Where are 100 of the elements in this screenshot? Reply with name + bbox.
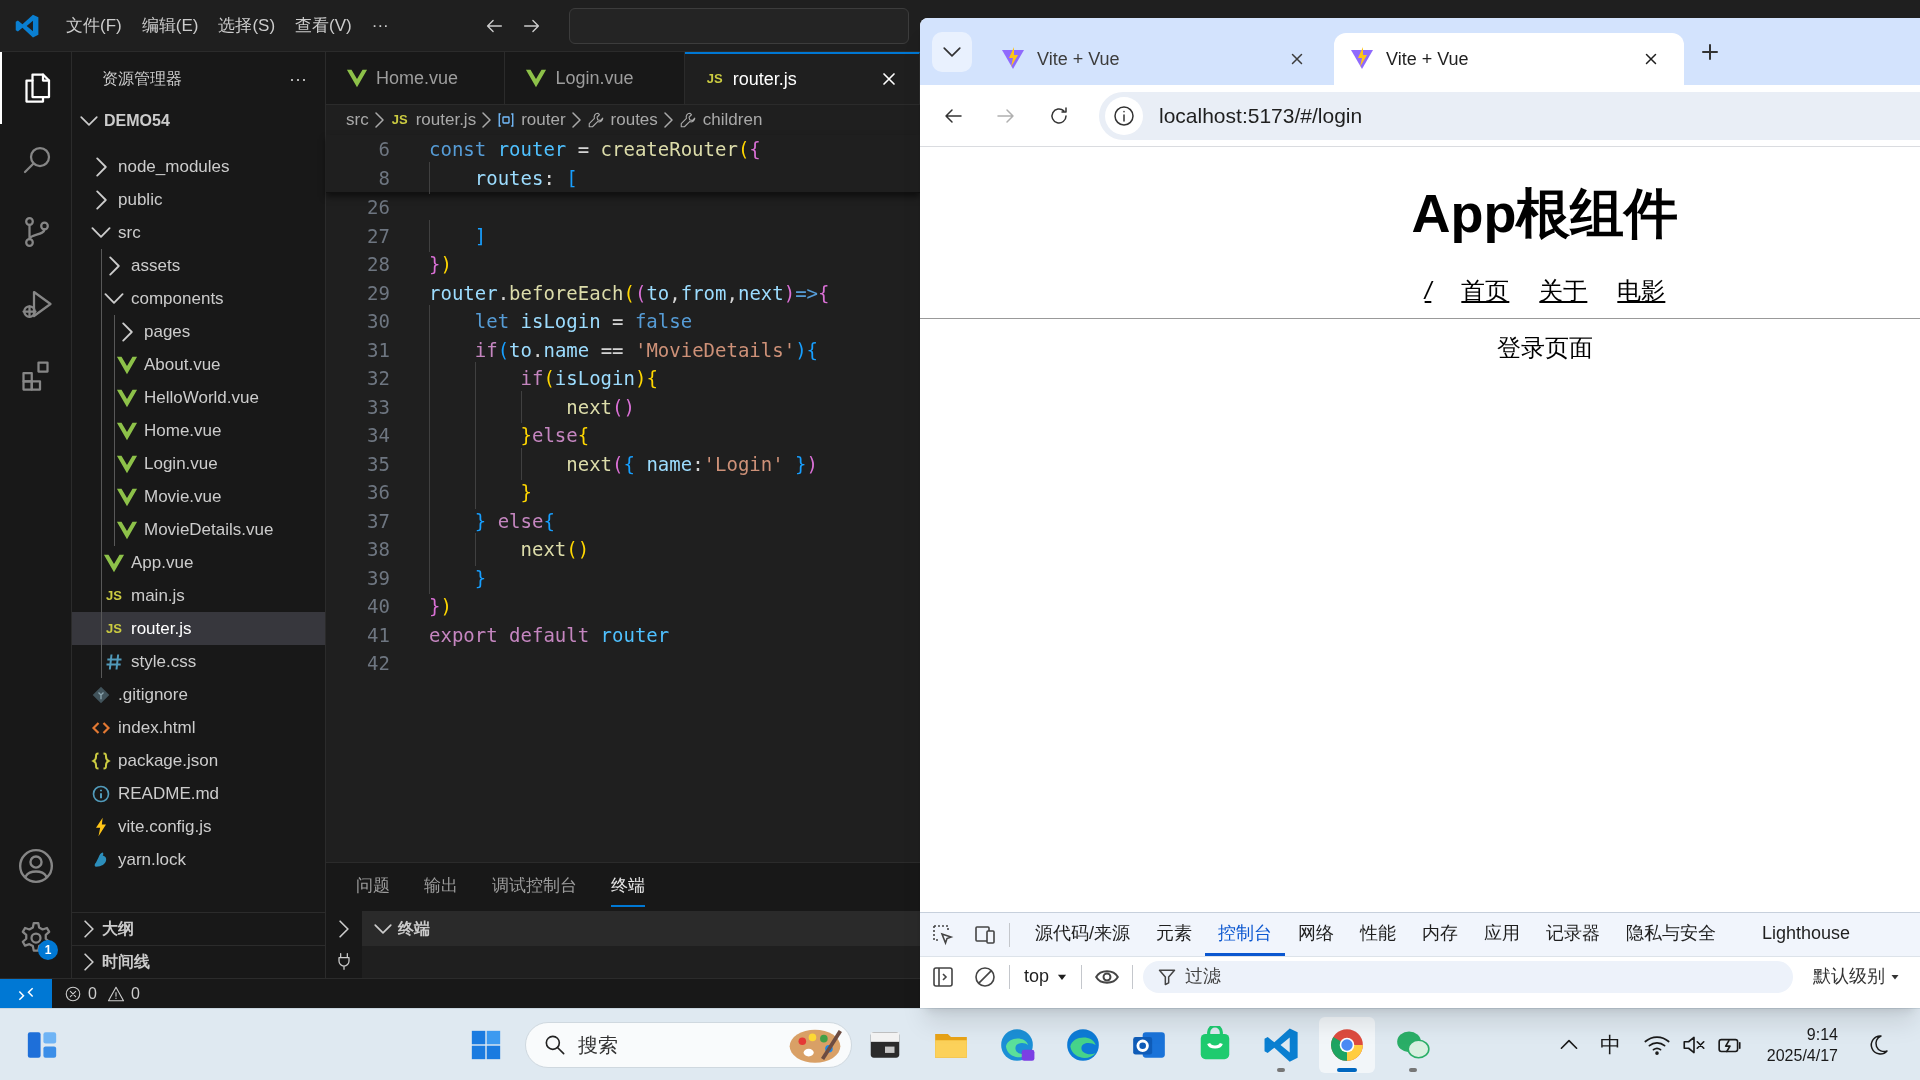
taskbar-search-field[interactable]: 搜索 bbox=[525, 1021, 852, 1068]
error-count: 0 bbox=[88, 983, 97, 1004]
inspect-icon[interactable] bbox=[931, 922, 955, 947]
file-item[interactable]: JS main.js bbox=[72, 579, 325, 612]
file-item[interactable]: yarn.lock bbox=[72, 843, 325, 876]
clear-console-icon[interactable] bbox=[973, 964, 997, 989]
file-item[interactable]: README.md bbox=[72, 777, 325, 810]
menu-item[interactable]: 查看(V) bbox=[285, 12, 362, 39]
browser-tab[interactable]: Vite + Vue bbox=[985, 33, 1330, 85]
code-line: next() bbox=[429, 535, 590, 564]
folder-item[interactable]: assets bbox=[72, 249, 325, 282]
editor-tab[interactable]: JS router.js bbox=[684, 52, 920, 104]
page-text: 登录页面 bbox=[1497, 333, 1593, 363]
line-number: 40 bbox=[366, 594, 390, 619]
chevron-icon bbox=[482, 112, 492, 128]
devtools-tab[interactable]: 性能 bbox=[1347, 913, 1409, 956]
terminal-header[interactable]: 终端 bbox=[362, 911, 920, 946]
problems-button[interactable]: 0 0 bbox=[64, 981, 140, 1006]
line-number: 30 bbox=[366, 309, 390, 334]
folder-item[interactable]: src bbox=[72, 216, 325, 249]
context-dropdown[interactable]: top bbox=[1024, 963, 1070, 990]
more-actions-button[interactable]: ··· bbox=[289, 65, 307, 93]
file-item[interactable]: Home.vue bbox=[72, 414, 325, 447]
line-number: 37 bbox=[366, 508, 390, 534]
breadcrumb-item[interactable]: routes bbox=[610, 107, 658, 133]
panel-tab[interactable]: 问题 bbox=[356, 867, 390, 907]
menu-item[interactable]: 编辑(E) bbox=[131, 12, 209, 39]
nav-link[interactable]: 电影 bbox=[1617, 276, 1666, 306]
chevron-icon[interactable] bbox=[339, 919, 349, 938]
line-number: 34 bbox=[366, 423, 390, 448]
file-item[interactable]: .gitignore bbox=[72, 678, 325, 711]
file-item[interactable]: App.vue bbox=[72, 546, 325, 579]
nav-link[interactable]: 关于 bbox=[1539, 276, 1588, 306]
file-item[interactable]: package.json bbox=[72, 744, 325, 777]
file-item[interactable]: Movie.vue bbox=[72, 480, 325, 513]
line-number: 26 bbox=[366, 195, 390, 220]
code-line: const router = createRouter({ bbox=[429, 137, 761, 162]
devtools-tab[interactable]: 内存 bbox=[1409, 913, 1471, 956]
file-item[interactable]: JS router.js bbox=[72, 612, 325, 645]
panel-tab[interactable]: 终端 bbox=[611, 867, 645, 907]
folder-item[interactable]: public bbox=[72, 183, 325, 216]
menu-item[interactable]: 选择(S) bbox=[208, 12, 286, 39]
file-item[interactable]: style.css bbox=[72, 645, 325, 678]
file-item[interactable]: HelloWorld.vue bbox=[72, 381, 325, 414]
tab-search-button[interactable] bbox=[932, 31, 972, 72]
line-number: 29 bbox=[366, 280, 390, 306]
time-text: 9:14 bbox=[1806, 1024, 1838, 1045]
panel-tab[interactable]: 调试控制台 bbox=[492, 867, 577, 907]
folder-item[interactable]: pages bbox=[72, 315, 325, 348]
code-line: next() bbox=[429, 392, 635, 421]
level-dropdown[interactable]: 默认级别 bbox=[1813, 963, 1902, 990]
code-line: }else{ bbox=[429, 421, 590, 450]
filter-field[interactable]: 过滤 bbox=[1143, 960, 1794, 993]
breadcrumb-item[interactable]: router bbox=[521, 107, 566, 133]
account-icon[interactable] bbox=[16, 847, 55, 885]
panel-tab[interactable]: 输出 bbox=[424, 867, 458, 907]
editor-tab[interactable]: Login.vue bbox=[505, 52, 685, 104]
devtools-tab[interactable]: 网络 bbox=[1285, 913, 1347, 956]
js-icon: JS bbox=[389, 110, 410, 130]
file-item[interactable]: About.vue bbox=[72, 348, 325, 381]
file-item[interactable]: vite.config.js bbox=[72, 810, 325, 843]
file-item[interactable]: Login.vue bbox=[72, 447, 325, 480]
braces-icon bbox=[91, 750, 111, 771]
vite-logo-icon bbox=[1001, 47, 1025, 71]
clock[interactable]: 9:14 2025/4/17 bbox=[1766, 1023, 1838, 1066]
code-line: } bbox=[429, 563, 487, 592]
input-method-indicator[interactable]: 中 bbox=[1599, 1028, 1621, 1061]
file-item[interactable]: index.html bbox=[72, 711, 325, 744]
hash-icon bbox=[104, 651, 124, 672]
devtools-tab[interactable]: 控制台 bbox=[1205, 913, 1285, 956]
vue-icon bbox=[525, 67, 548, 89]
devtools-tab[interactable]: 应用 bbox=[1471, 913, 1533, 956]
code-line: }) bbox=[429, 252, 452, 277]
command-center-field[interactable] bbox=[568, 7, 909, 44]
devtools-tab[interactable]: 隐私与安全 bbox=[1613, 913, 1729, 956]
breadcrumb-item[interactable]: router.js bbox=[415, 107, 477, 133]
folder-item[interactable]: node_modules bbox=[72, 150, 325, 183]
section-header[interactable]: 大纲 bbox=[72, 912, 325, 945]
folder-item[interactable]: components bbox=[72, 282, 325, 315]
editor-tab[interactable]: Home.vue bbox=[326, 52, 506, 104]
file-item[interactable]: MovieDetails.vue bbox=[72, 513, 325, 546]
devtools-tab[interactable]: 记录器 bbox=[1533, 913, 1613, 956]
browser-tab[interactable]: Vite + Vue bbox=[1334, 33, 1684, 85]
devtools-tab[interactable]: 源代码/来源 bbox=[1022, 913, 1143, 956]
breadcrumb-item[interactable]: children bbox=[702, 107, 763, 133]
devtools-tab[interactable]: Lighthouse bbox=[1749, 913, 1864, 956]
nav-link[interactable]: 首页 bbox=[1461, 276, 1510, 306]
remote-button[interactable] bbox=[0, 979, 52, 1008]
address-bar[interactable]: localhost:5173/#/login bbox=[1099, 91, 1920, 140]
line-number: 27 bbox=[366, 223, 390, 249]
info-icon[interactable] bbox=[1112, 103, 1136, 128]
menu-item[interactable]: ··· bbox=[361, 12, 399, 39]
menu-item[interactable]: 文件(F) bbox=[56, 12, 132, 39]
js-icon: JS bbox=[104, 618, 124, 639]
devtools-tab[interactable]: 元素 bbox=[1143, 913, 1205, 956]
project-header[interactable]: DEMO54 bbox=[72, 106, 325, 136]
info-icon bbox=[91, 783, 111, 804]
sidebar-toggle-icon[interactable] bbox=[931, 964, 955, 989]
breadcrumb-item[interactable]: src bbox=[346, 107, 369, 133]
nav-link[interactable]: / bbox=[1424, 276, 1432, 306]
